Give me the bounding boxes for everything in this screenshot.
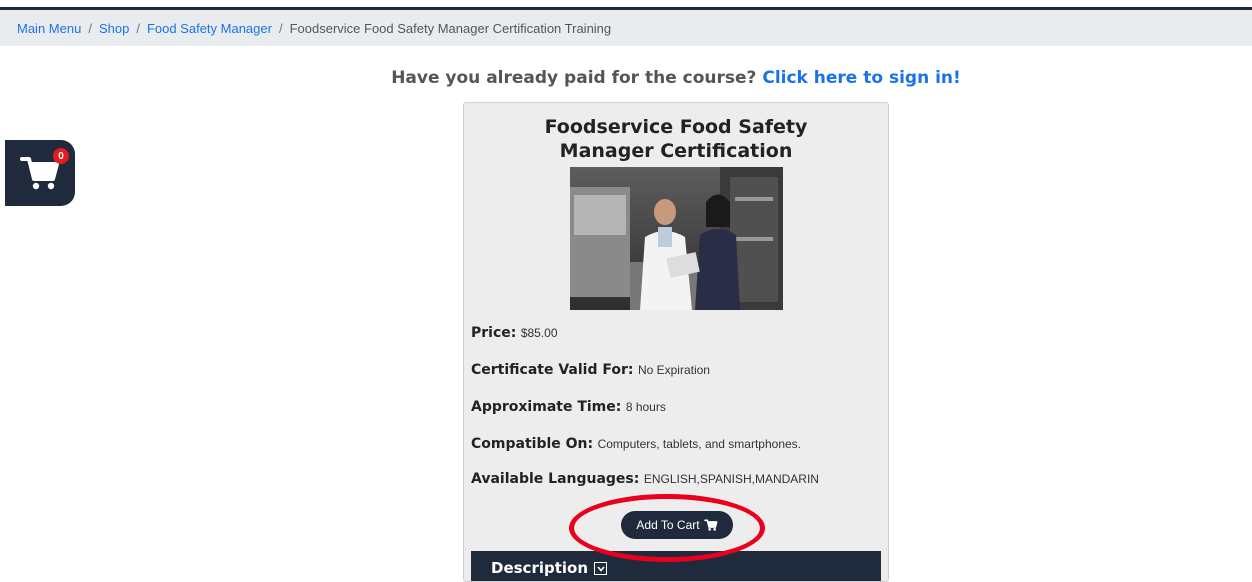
- floating-cart-button[interactable]: 0: [5, 140, 75, 206]
- breadcrumb-separator: /: [278, 20, 283, 36]
- signin-prompt: Have you already paid for the course?: [391, 68, 757, 88]
- add-to-cart-label: Add To Cart: [636, 518, 700, 532]
- chevron-down-icon: [594, 562, 608, 575]
- available-languages-label: Available Languages:: [471, 471, 640, 487]
- breadcrumb-separator: /: [88, 20, 92, 36]
- course-card: Foodservice Food Safety Manager Certific…: [463, 102, 889, 582]
- breadcrumb-main-menu[interactable]: Main Menu: [17, 21, 81, 36]
- compatible-on-label: Compatible On:: [471, 436, 594, 452]
- approximate-time-row: Approximate Time: 8 hours: [471, 399, 666, 415]
- certificate-valid-row: Certificate Valid For: No Expiration: [471, 362, 710, 378]
- price-value: $85.00: [520, 326, 558, 340]
- compatible-on-value: Computers, tablets, and smartphones.: [597, 437, 801, 451]
- signin-link[interactable]: Click here to sign in!: [762, 68, 960, 88]
- available-languages-row: Available Languages: ENGLISH,SPANISH,MAN…: [471, 471, 819, 487]
- cart-icon: [703, 519, 718, 531]
- cart-count-badge: 0: [53, 148, 69, 164]
- breadcrumb-shop[interactable]: Shop: [99, 21, 129, 36]
- breadcrumb-food-safety-manager[interactable]: Food Safety Manager: [147, 21, 272, 36]
- compatible-on-row: Compatible On: Computers, tablets, and s…: [471, 436, 801, 452]
- description-toggle[interactable]: Description: [471, 551, 881, 581]
- breadcrumb-current: Foodservice Food Safety Manager Certific…: [289, 20, 612, 36]
- course-photo: [570, 167, 783, 310]
- breadcrumb: Main Menu / Shop / Food Safety Manager /…: [0, 10, 1252, 46]
- available-languages-value: ENGLISH,SPANISH,MANDARIN: [643, 472, 819, 486]
- breadcrumb-separator: /: [136, 20, 140, 36]
- approximate-time-value: 8 hours: [625, 400, 666, 414]
- certificate-valid-label: Certificate Valid For:: [471, 362, 634, 378]
- description-label: Description: [491, 559, 589, 577]
- price-row: Price: $85.00: [471, 325, 558, 341]
- price-label: Price:: [471, 325, 517, 341]
- add-to-cart-button[interactable]: Add To Cart: [621, 511, 733, 539]
- approximate-time-label: Approximate Time:: [471, 399, 622, 415]
- certificate-valid-value: No Expiration: [637, 363, 710, 377]
- signin-prompt-line: Have you already paid for the course? Cl…: [0, 68, 1252, 88]
